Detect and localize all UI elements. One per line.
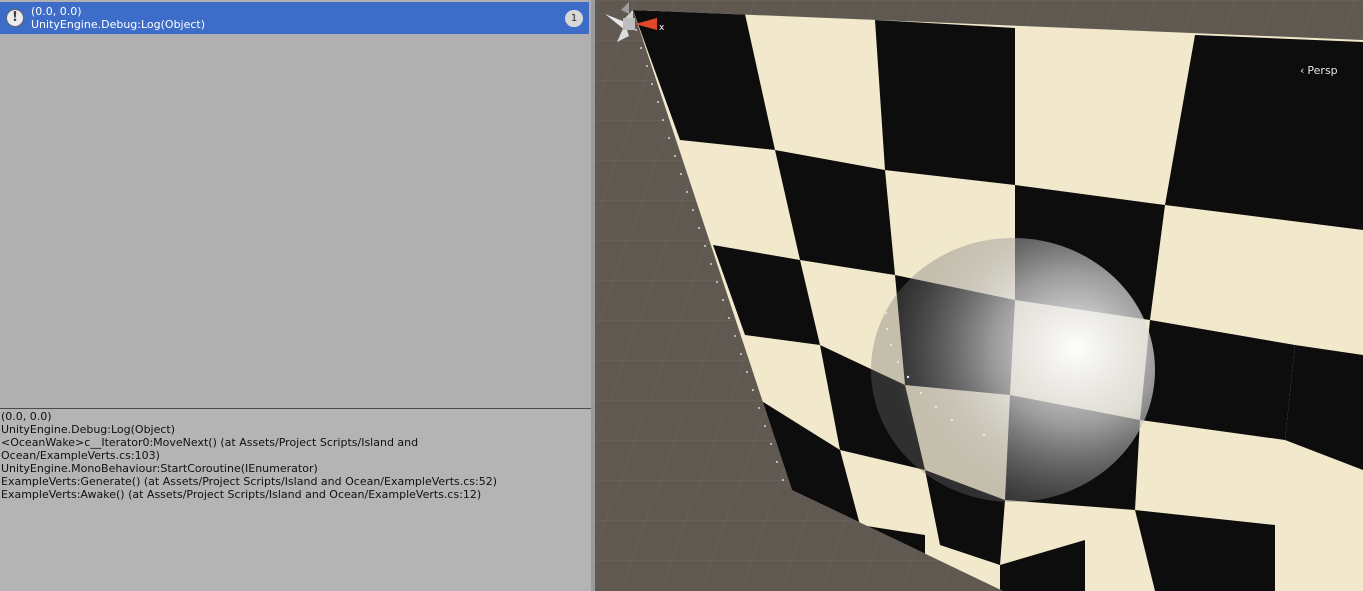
chevron-left-icon: ‹ bbox=[1300, 64, 1305, 77]
stack-trace-line: UnityEngine.Debug:Log(Object) bbox=[1, 423, 176, 436]
stack-trace-link[interactable]: ExampleVerts:Generate() (at Assets/Proje… bbox=[1, 475, 586, 488]
warning-icon: ! bbox=[6, 9, 24, 27]
scene-viewport[interactable] bbox=[595, 0, 1363, 591]
console-splitter[interactable] bbox=[0, 408, 591, 409]
log-count-badge: 1 bbox=[565, 10, 583, 27]
log-entry-source: UnityEngine.Debug:Log(Object) bbox=[31, 18, 206, 31]
projection-toggle[interactable]: ‹ Persp bbox=[1300, 64, 1338, 77]
orientation-gizmo-icon[interactable]: x bbox=[595, 0, 665, 70]
stack-trace-detail[interactable]: (0.0, 0.0) UnityEngine.Debug:Log(Object)… bbox=[1, 410, 586, 588]
stack-trace-line: (0.0, 0.0) bbox=[1, 410, 52, 423]
scene-view[interactable]: x ‹ Persp bbox=[595, 0, 1363, 591]
stack-trace-link[interactable]: Ocean/ExampleVerts.cs:103) bbox=[1, 449, 586, 462]
log-entry-message: (0.0, 0.0) bbox=[31, 5, 82, 18]
console-panel: ! (0.0, 0.0) UnityEngine.Debug:Log(Objec… bbox=[0, 0, 592, 591]
projection-label: Persp bbox=[1307, 64, 1338, 77]
stack-trace-link[interactable]: ExampleVerts:Awake() (at Assets/Project … bbox=[1, 488, 586, 501]
stack-trace-line: UnityEngine.MonoBehaviour:StartCoroutine… bbox=[1, 462, 318, 475]
sphere-object[interactable] bbox=[871, 238, 1155, 502]
log-list[interactable]: ! (0.0, 0.0) UnityEngine.Debug:Log(Objec… bbox=[0, 0, 591, 408]
stack-trace-link[interactable]: <OceanWake>c__Iterator0:MoveNext() (at A… bbox=[1, 436, 586, 449]
log-entry-selected[interactable]: ! (0.0, 0.0) UnityEngine.Debug:Log(Objec… bbox=[0, 2, 589, 34]
gizmo-axis-label: x bbox=[659, 23, 665, 33]
